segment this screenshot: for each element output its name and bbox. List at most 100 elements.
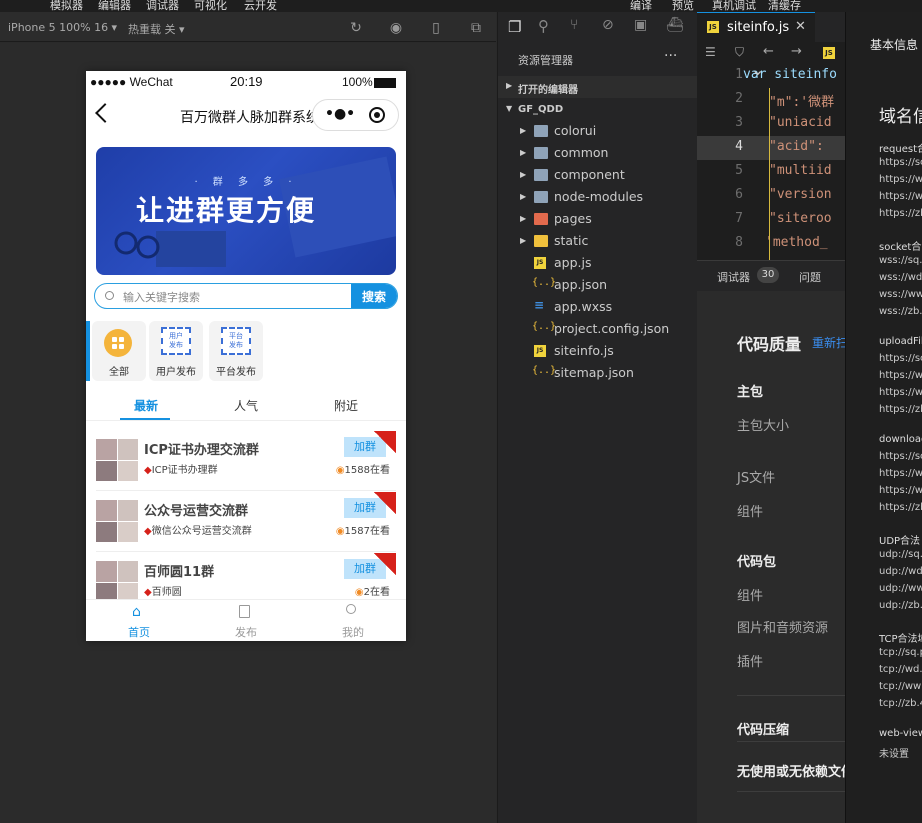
tabbar-mine[interactable]: 我的 [300, 600, 406, 641]
tab-latest[interactable]: 最新 [134, 397, 158, 414]
status-time: 20:19 [230, 74, 263, 89]
file-tree-item[interactable]: ≡ app.wxss [498, 297, 698, 319]
banner[interactable]: · 群 多 多 · 让进群更方便 [96, 147, 396, 275]
device-selector[interactable]: iPhone 5 100% 16 ▾ [8, 21, 117, 34]
list-item[interactable]: 公众号运营交流群 ◆微信公众号运营交流群 加群 ◉1587在看 [96, 492, 396, 552]
list-tabs: 最新 人气 附近 [86, 391, 406, 421]
code-line[interactable]: 8 'method_ [697, 232, 845, 256]
files-icon[interactable]: ❐ [508, 18, 521, 36]
domain-group-heading: TCP合法域 [879, 634, 922, 645]
domain-entry: https://w [879, 485, 922, 496]
source-control-icon[interactable]: ⑂ [570, 17, 578, 33]
refresh-icon[interactable]: ↻ [348, 20, 364, 36]
back-icon[interactable] [95, 103, 115, 123]
file-tree-item[interactable]: JS siteinfo.js [498, 341, 698, 363]
debug-panel: 调试器 30 问题 代码质量 重新扫 主包 主包大小 JS文件 组件 代码包 组件 图片和音… [697, 260, 854, 823]
viewer-count: ◉1587在看 [335, 526, 390, 537]
bookmark-icon[interactable]: ⛉ [735, 45, 744, 60]
file-tree-item[interactable]: {..} sitemap.json [498, 363, 698, 385]
chevron-down-icon: ▼ [506, 104, 513, 113]
category-label: 平台发布 [216, 367, 256, 378]
project-section[interactable]: ▼ GF_QDD [498, 99, 698, 121]
window-icon[interactable]: ⧉ [468, 20, 484, 36]
more-icon[interactable]: ··· [664, 48, 677, 64]
code-text: "uniacid [769, 115, 832, 130]
eye-icon: ◉ [354, 587, 364, 598]
more-icon[interactable]: •●• [325, 106, 355, 122]
basic-info-heading: 基本信息 [870, 38, 919, 52]
project-details-panel: 基本信息 域名信 request合 https://sc https://w http… [845, 12, 922, 823]
publish-icon [239, 605, 250, 618]
open-editors-section[interactable]: ▶ 打开的编辑器 [498, 76, 698, 98]
stop-icon[interactable]: ◉ [388, 20, 404, 36]
file-tree-item[interactable]: ▶ component [498, 165, 698, 187]
file-explorer: ❐ ⚲ ⑂ ⊘ ▣ ⛴ 资源管理器 ··· ▶ 打开的编辑器 ▼ GF_QDD … [497, 12, 698, 823]
section-heading: 无使用或无依赖文件 [737, 765, 855, 780]
tab-problems[interactable]: 问题 [799, 269, 821, 285]
domain-entry: 未设置 [879, 749, 909, 760]
file-tree-item[interactable]: ▶ node-modules [498, 187, 698, 209]
code-line[interactable]: 2 "m":'微群 [697, 88, 845, 112]
tab-indicator [120, 418, 170, 420]
search-button[interactable]: 搜索 [351, 284, 397, 308]
rescan-link[interactable]: 重新扫 [812, 334, 848, 351]
device-icon[interactable]: ▯ [428, 20, 444, 36]
code-line[interactable]: 5 "multiid [697, 160, 845, 184]
file-name: siteinfo.js [554, 343, 614, 358]
recommend-ribbon [374, 492, 396, 514]
category-user-publish[interactable]: 用户 发布 用户发布 [149, 321, 203, 381]
code-line[interactable]: 7 "siteroo [697, 208, 845, 232]
domain-entry: wss://zb. [879, 306, 922, 317]
tab-nearby[interactable]: 附近 [334, 397, 358, 414]
tab-bar: ⌂ 首页 发布 我的 [86, 599, 406, 641]
tab-popular[interactable]: 人气 [234, 397, 258, 414]
chevron-right-icon: ▶ [520, 126, 527, 135]
domain-group-heading: request合 [879, 144, 922, 155]
file-tree-item[interactable]: ▶ pages [498, 209, 698, 231]
file-name: common [554, 145, 609, 160]
metric-label: JS文件 [737, 471, 776, 486]
tabbar-home[interactable]: ⌂ 首页 [86, 600, 192, 641]
editor-tab[interactable]: JS siteinfo.js ✕ [697, 12, 815, 42]
viewer-count: ◉1588在看 [335, 465, 390, 476]
docker-icon[interactable]: ⛴ [666, 17, 684, 33]
back-arrow-icon[interactable]: ← [763, 44, 774, 59]
code-line[interactable]: 3 "uniacid [697, 112, 845, 136]
folder-icon [534, 213, 548, 225]
forward-arrow-icon[interactable]: → [791, 44, 802, 59]
category-platform-publish[interactable]: 平台 发布 平台发布 [209, 321, 263, 381]
page-title: 百万微群人脉加群系统 [180, 110, 320, 126]
file-tree-item[interactable]: {..} app.json [498, 275, 698, 297]
top-toolbar: 模拟器 编辑器 调试器 可视化 云开发 编译 预览 真机调试 清缓存 [0, 0, 922, 12]
domain-entry: tcp://zb.4 [879, 698, 922, 709]
code-line[interactable]: 6 "version [697, 184, 845, 208]
tabbar-label: 我的 [342, 626, 364, 639]
fold-chevron-icon[interactable]: ⌄ [751, 60, 764, 79]
file-name: static [554, 233, 589, 248]
search-input[interactable]: 输入关键字搜索 [123, 289, 200, 305]
extensions-icon[interactable]: ▣ [634, 17, 647, 33]
debug-icon[interactable]: ⊘ [602, 17, 614, 33]
file-tree-item[interactable]: {..} project.config.json [498, 319, 698, 341]
folder-icon [534, 125, 548, 137]
close-miniprogram-icon[interactable] [369, 107, 385, 123]
outline-icon[interactable]: ☰ [705, 45, 716, 59]
file-tree-item[interactable]: ▶ static [498, 231, 698, 253]
code-line[interactable]: 1 var siteinfo [697, 64, 845, 88]
list-item[interactable]: ICP证书办理交流群 ◆ICP证书办理群 加群 ◉1588在看 [96, 431, 396, 491]
chevron-right-icon: ▶ [520, 192, 527, 201]
code-line[interactable]: 4 "acid": [697, 136, 845, 160]
file-tree-item[interactable]: ▶ common [498, 143, 698, 165]
tabbar-publish[interactable]: 发布 [193, 600, 299, 641]
line-number: 7 [735, 211, 743, 226]
file-name: app.json [554, 277, 608, 292]
close-icon[interactable]: ✕ [795, 19, 806, 34]
tab-debugger[interactable]: 调试器 [717, 269, 750, 285]
divider [737, 791, 845, 792]
file-tree-item[interactable]: ▶ colorui [498, 121, 698, 143]
category-all[interactable]: 全部 [92, 321, 146, 381]
file-tree-item[interactable]: JS app.js [498, 253, 698, 275]
search-icon[interactable]: ⚲ [538, 17, 549, 35]
file-name: app.js [554, 255, 592, 270]
hot-reload-toggle[interactable]: 热重载 关 ▾ [128, 21, 185, 37]
